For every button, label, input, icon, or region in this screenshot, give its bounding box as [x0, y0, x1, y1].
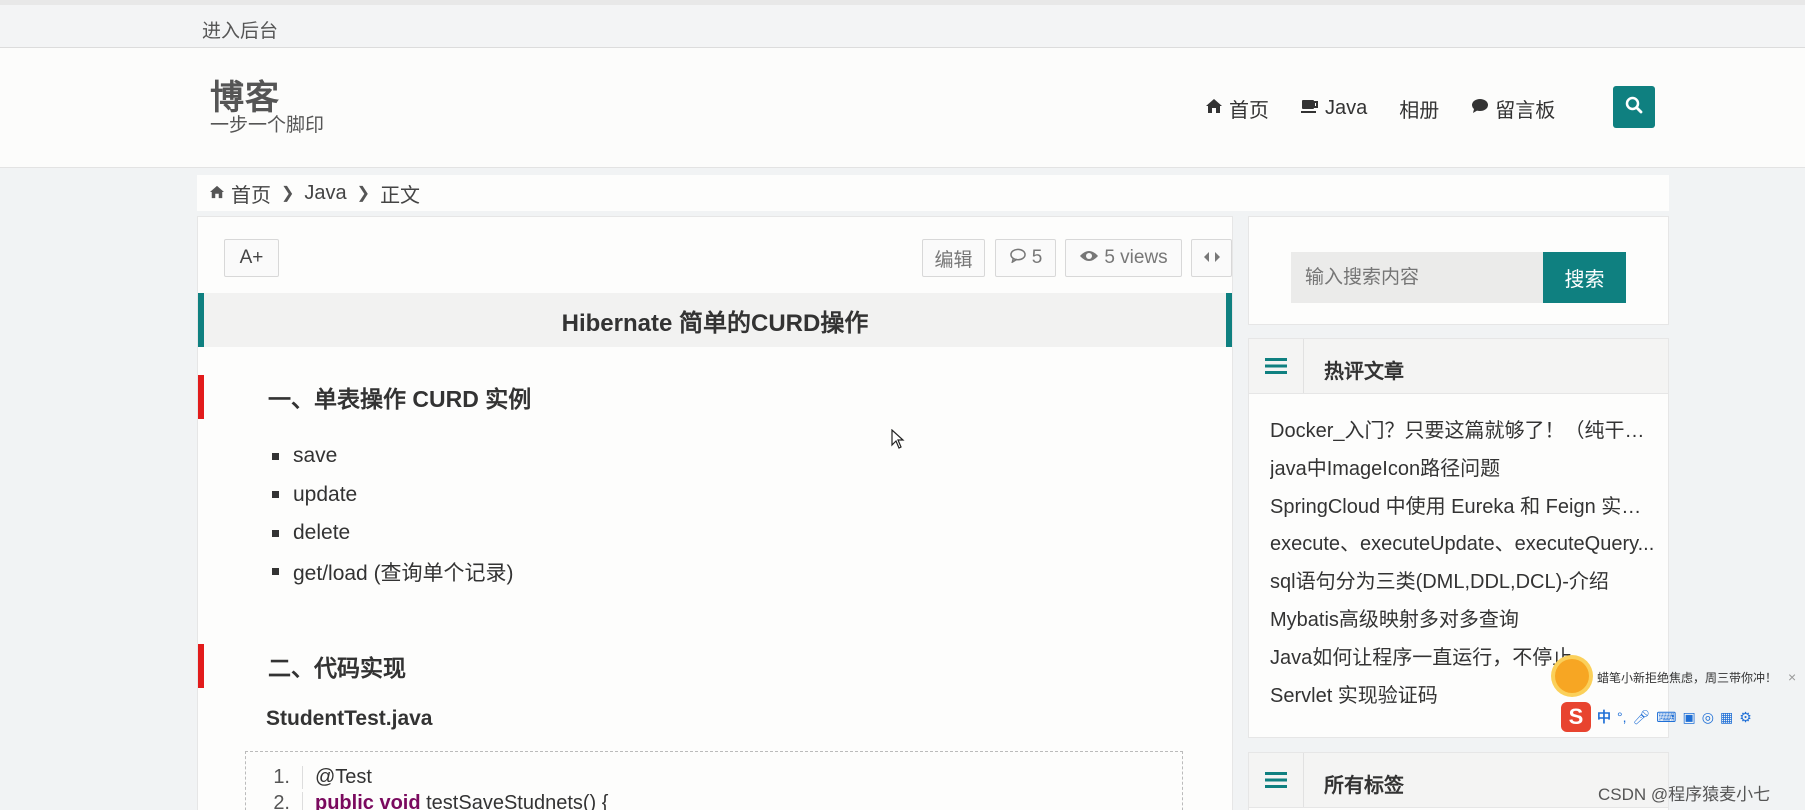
- comments-button[interactable]: 5: [995, 239, 1056, 277]
- breadcrumb-home[interactable]: 首页: [231, 179, 271, 208]
- header-search-button[interactable]: [1613, 86, 1655, 128]
- comment-count: 5: [1031, 247, 1043, 268]
- nav-java-label: Java: [1325, 97, 1368, 119]
- hot-articles-header: 热评文章: [1249, 339, 1668, 394]
- breadcrumb-current: 正文: [380, 184, 421, 207]
- home-icon: [209, 182, 225, 205]
- code-toggle-button[interactable]: [1191, 239, 1232, 277]
- skin-icon[interactable]: ▣: [1683, 709, 1696, 726]
- line-number: 2.: [246, 791, 303, 810]
- code-block[interactable]: 1. @Test 2. public void testSaveStudnets…: [245, 751, 1183, 810]
- main-nav: 首页 Java 相册 留言板: [1205, 94, 1587, 123]
- list-item[interactable]: Docker_入门？只要这篇就够了！（纯干货适合...: [1270, 414, 1655, 452]
- eye-icon: [1079, 247, 1099, 269]
- code-line: 2. public void testSaveStudnets() {: [246, 790, 608, 810]
- hot-articles-title: 热评文章: [1324, 361, 1404, 383]
- breadcrumb-category[interactable]: Java: [304, 182, 346, 205]
- menu-icon: [1249, 339, 1304, 393]
- font-size-button[interactable]: A+: [224, 239, 279, 277]
- list-item[interactable]: execute、executeUpdate、executeQuery...: [1270, 527, 1655, 565]
- settings-icon[interactable]: ⚙: [1739, 709, 1752, 726]
- code-icon: [1203, 247, 1221, 269]
- menu-icon: [1249, 753, 1304, 807]
- view-count: 5 views: [1104, 247, 1168, 268]
- microphone-icon[interactable]: 🎤︎: [1633, 709, 1651, 726]
- ime-toolbar: 蜡笔小新拒绝焦虑，周三带你冲！ × S 中 °, 🎤︎ ⌨ ▣ ◎ ▦ ⚙: [1553, 657, 1805, 732]
- comment-icon: [1471, 98, 1489, 119]
- code-filename: StudentTest.java: [266, 707, 433, 730]
- list-item: get/load (查询单个记录): [272, 553, 514, 592]
- search-icon: [1625, 96, 1643, 119]
- views-button[interactable]: 5 views: [1065, 239, 1182, 277]
- mascot-icon: [1555, 659, 1589, 693]
- coffee-icon: [1301, 98, 1319, 119]
- article-panel: A+ 编辑 5 5 views Hibernate 简单的CURD操作 一、单表…: [197, 216, 1233, 810]
- section-heading-2: 二、代码实现: [198, 644, 406, 688]
- list-item[interactable]: java中ImageIcon路径问题: [1270, 452, 1655, 490]
- list-item: delete: [272, 514, 514, 553]
- nav-home-label: 首页: [1229, 100, 1269, 122]
- watermark: CSDN @程序猿麦小七: [1598, 785, 1771, 804]
- list-item[interactable]: SpringCloud 中使用 Eureka 和 Feign 实现...: [1270, 490, 1655, 528]
- line-number: 1.: [246, 765, 303, 789]
- tags-title: 所有标签: [1324, 775, 1404, 797]
- admin-link[interactable]: 进入后台: [202, 16, 278, 43]
- nav-album-label: 相册: [1399, 100, 1440, 122]
- code-line: 1. @Test: [246, 764, 372, 790]
- site-header: 博客 一步一个脚印 首页 Java 相册 留言板: [0, 48, 1805, 168]
- ime-mode[interactable]: 中: [1597, 707, 1611, 727]
- list-item[interactable]: sql语句分为三类(DML,DDL,DCL)-介绍: [1270, 565, 1655, 603]
- nav-album[interactable]: 相册: [1399, 94, 1439, 123]
- keyboard-icon[interactable]: ⌨: [1656, 709, 1676, 726]
- chevron-right-icon: ❯: [281, 185, 295, 202]
- top-bar: 进入后台: [0, 0, 1805, 48]
- section-heading-1: 一、单表操作 CURD 实例: [198, 375, 531, 419]
- code-text-wrapper: public void testSaveStudnets() {: [303, 792, 608, 810]
- article-toolbar: A+ 编辑 5 5 views: [224, 239, 1232, 279]
- code-keyword: public void: [315, 791, 421, 810]
- ime-tip: 蜡笔小新拒绝焦虑，周三带你冲！: [1597, 671, 1778, 685]
- comment-icon: [1009, 247, 1027, 269]
- nav-java[interactable]: Java: [1301, 94, 1367, 123]
- close-icon[interactable]: ×: [1788, 669, 1796, 685]
- list-item: update: [272, 476, 514, 515]
- chevron-right-icon: ❯: [356, 185, 371, 202]
- sidebar-search-button[interactable]: 搜索: [1543, 252, 1626, 303]
- nav-guestbook-label: 留言板: [1495, 100, 1556, 122]
- list-item[interactable]: Mybatis高级映射多对多查询: [1270, 603, 1655, 641]
- sidebar-search: 搜索: [1248, 216, 1669, 325]
- sidebar-search-input[interactable]: [1291, 252, 1543, 303]
- grid-icon[interactable]: ▦: [1720, 709, 1733, 726]
- code-text: @Test: [315, 765, 372, 788]
- edit-button[interactable]: 编辑: [922, 239, 985, 277]
- mouse-cursor-icon: [891, 428, 905, 454]
- crud-list: save update delete get/load (查询单个记录): [272, 437, 514, 591]
- nav-home[interactable]: 首页: [1205, 94, 1269, 123]
- logo-subtitle: 一步一个脚印: [210, 115, 325, 136]
- code-text: testSaveStudnets() {: [420, 791, 609, 810]
- list-item: save: [272, 437, 514, 476]
- punctuation-icon[interactable]: °,: [1617, 709, 1627, 725]
- ime-bar: S 中 °, 🎤︎ ⌨ ▣ ◎ ▦ ⚙: [1561, 702, 1752, 732]
- home-icon: [1205, 98, 1223, 119]
- sogou-logo-icon[interactable]: S: [1561, 702, 1591, 732]
- game-icon[interactable]: ◎: [1702, 709, 1714, 726]
- nav-guestbook[interactable]: 留言板: [1471, 94, 1555, 123]
- article-title: Hibernate 简单的CURD操作: [198, 293, 1232, 347]
- breadcrumb: 首页 ❯ Java ❯ 正文: [197, 175, 1669, 211]
